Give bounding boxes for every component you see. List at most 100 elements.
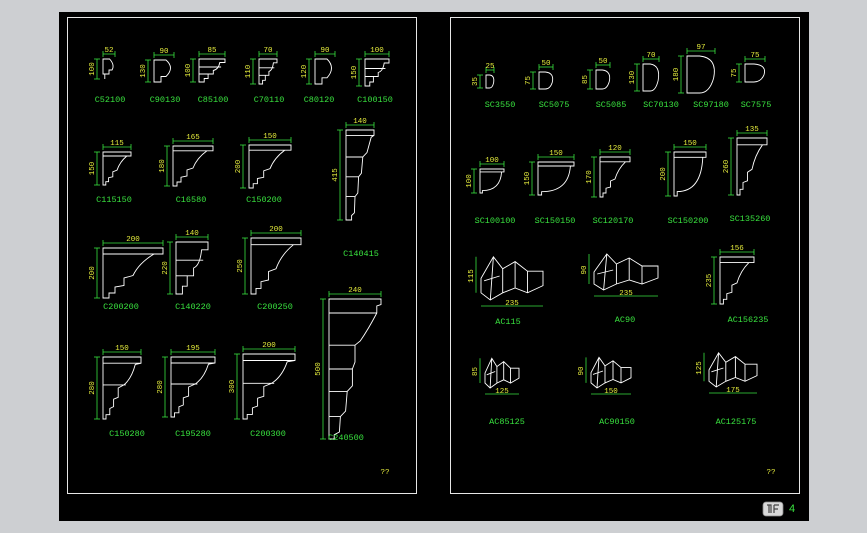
profile-label: AC115 [495,317,521,327]
profile-sc150150: 150 150 SC150150 [524,150,575,226]
height-dimension: 220 [162,261,170,275]
profile-label: C140415 [343,249,379,259]
profile-outline [345,129,375,221]
profile-c240500: 240 500 C240500 [315,287,382,443]
profile-outline [314,58,332,85]
width-dimension: 165 [186,134,200,142]
height-dimension: 500 [315,362,323,376]
profile-outline [538,71,554,90]
profile-outline [686,55,715,94]
height-dimension: 120 [301,64,309,78]
height-dimension: 130 [140,64,148,78]
width-dimension: 235 [619,290,633,298]
height-dimension: 130 [629,70,637,84]
width-dimension: 156 [730,245,744,253]
profile-label: SC5085 [596,100,627,110]
height-dimension: 180 [159,159,167,173]
profile-sc7575: 75 75 SC7575 [731,52,771,110]
page-number: 4 [789,503,796,515]
profile-outline [102,58,114,79]
height-dimension: 75 [731,68,739,78]
profile-outline [258,58,278,85]
width-dimension: 85 [207,47,217,55]
profile-label: SC97180 [693,100,729,110]
profile-label: SC5075 [539,100,570,110]
width-dimension: 50 [541,60,551,68]
profile-label: C80120 [304,95,335,105]
profile-sc120170: 120 170 SC120170 [586,145,633,226]
profile-outline [719,256,755,305]
profile-outline [102,247,164,299]
profile-outline [172,145,214,187]
profile-label: SC3550 [485,100,516,110]
profile-label: SC120170 [593,216,634,226]
width-dimension: 50 [598,58,608,66]
profile-outline [736,137,768,196]
profile-c140220: 140 220 C140220 [162,230,211,312]
height-dimension: 300 [229,379,237,393]
profile-outline [175,241,209,295]
height-dimension: 90 [578,366,586,376]
height-dimension: 250 [237,259,245,273]
profile-ac115: 235 115 AC115 [468,255,544,327]
profile-sc150200: 150 200 SC150200 [660,140,708,226]
profile-outline [642,63,660,92]
width-dimension: 140 [185,230,199,238]
profile-label: C200200 [103,302,139,312]
height-dimension: 280 [89,381,97,395]
profile-c200200: 200 200 C200200 [89,236,164,312]
width-dimension: 150 [604,388,618,396]
profile-label: SC70130 [643,100,679,110]
profile-ac125175: 175 125 AC125175 [696,351,758,427]
drawing-sheet: 52 100 C52100 90 130 C90130 85 100 C85100 70 110 C7… [59,12,809,521]
width-dimension: 140 [353,118,367,126]
height-dimension: 35 [472,77,480,87]
profile-outline [198,58,226,83]
left-footer-mark: ?? [380,469,389,477]
profile-outline [328,298,382,440]
width-dimension: 70 [646,52,656,60]
width-dimension: 125 [495,388,509,396]
profile-label: C195280 [175,429,211,439]
width-dimension: 200 [262,342,276,350]
width-dimension: 100 [370,47,384,55]
profile-c52100: 52 100 C52100 [89,47,125,105]
profile-outline [537,161,575,196]
profile-label: C115150 [96,195,132,205]
profile-label: C16580 [176,195,207,205]
profile-outline [673,151,707,197]
profile-label: SC135260 [730,214,771,224]
profile-outline [593,253,659,291]
profile-label: C140220 [175,302,211,312]
height-dimension: 170 [586,170,594,184]
width-dimension: 150 [115,345,129,353]
profile-c195280: 195 280 C195280 [157,345,216,439]
height-dimension: 125 [696,361,704,375]
profile-label: C52100 [95,95,126,105]
profile-outline [479,168,505,194]
profile-label: AC90150 [599,417,635,427]
height-dimension: 90 [581,265,589,275]
profile-label: SC150150 [535,216,576,226]
profile-label: C70110 [254,95,285,105]
profile-outline [599,156,631,198]
width-dimension: 200 [126,236,140,244]
profile-ac90150: 150 90 AC90150 [578,356,635,427]
profile-c150200: 150 200 C150200 [235,133,292,205]
profile-c90130: 90 130 C90130 [140,48,180,105]
profile-outline [480,255,544,301]
profile-outline [744,63,765,83]
height-dimension: 110 [245,64,253,78]
height-dimension: 85 [582,75,590,85]
height-dimension: 75 [525,76,533,86]
right-footer-mark: ?? [766,469,775,477]
width-dimension: 120 [608,145,622,153]
brand-logo-icon [762,501,784,517]
profile-label: C200300 [250,429,286,439]
profile-c115150: 115 150 C115150 [89,140,132,205]
profile-outline [595,69,611,90]
profile-label: AC125175 [716,417,757,427]
height-dimension: 100 [466,174,474,188]
profile-outline [170,356,216,418]
height-dimension: 150 [351,65,359,79]
